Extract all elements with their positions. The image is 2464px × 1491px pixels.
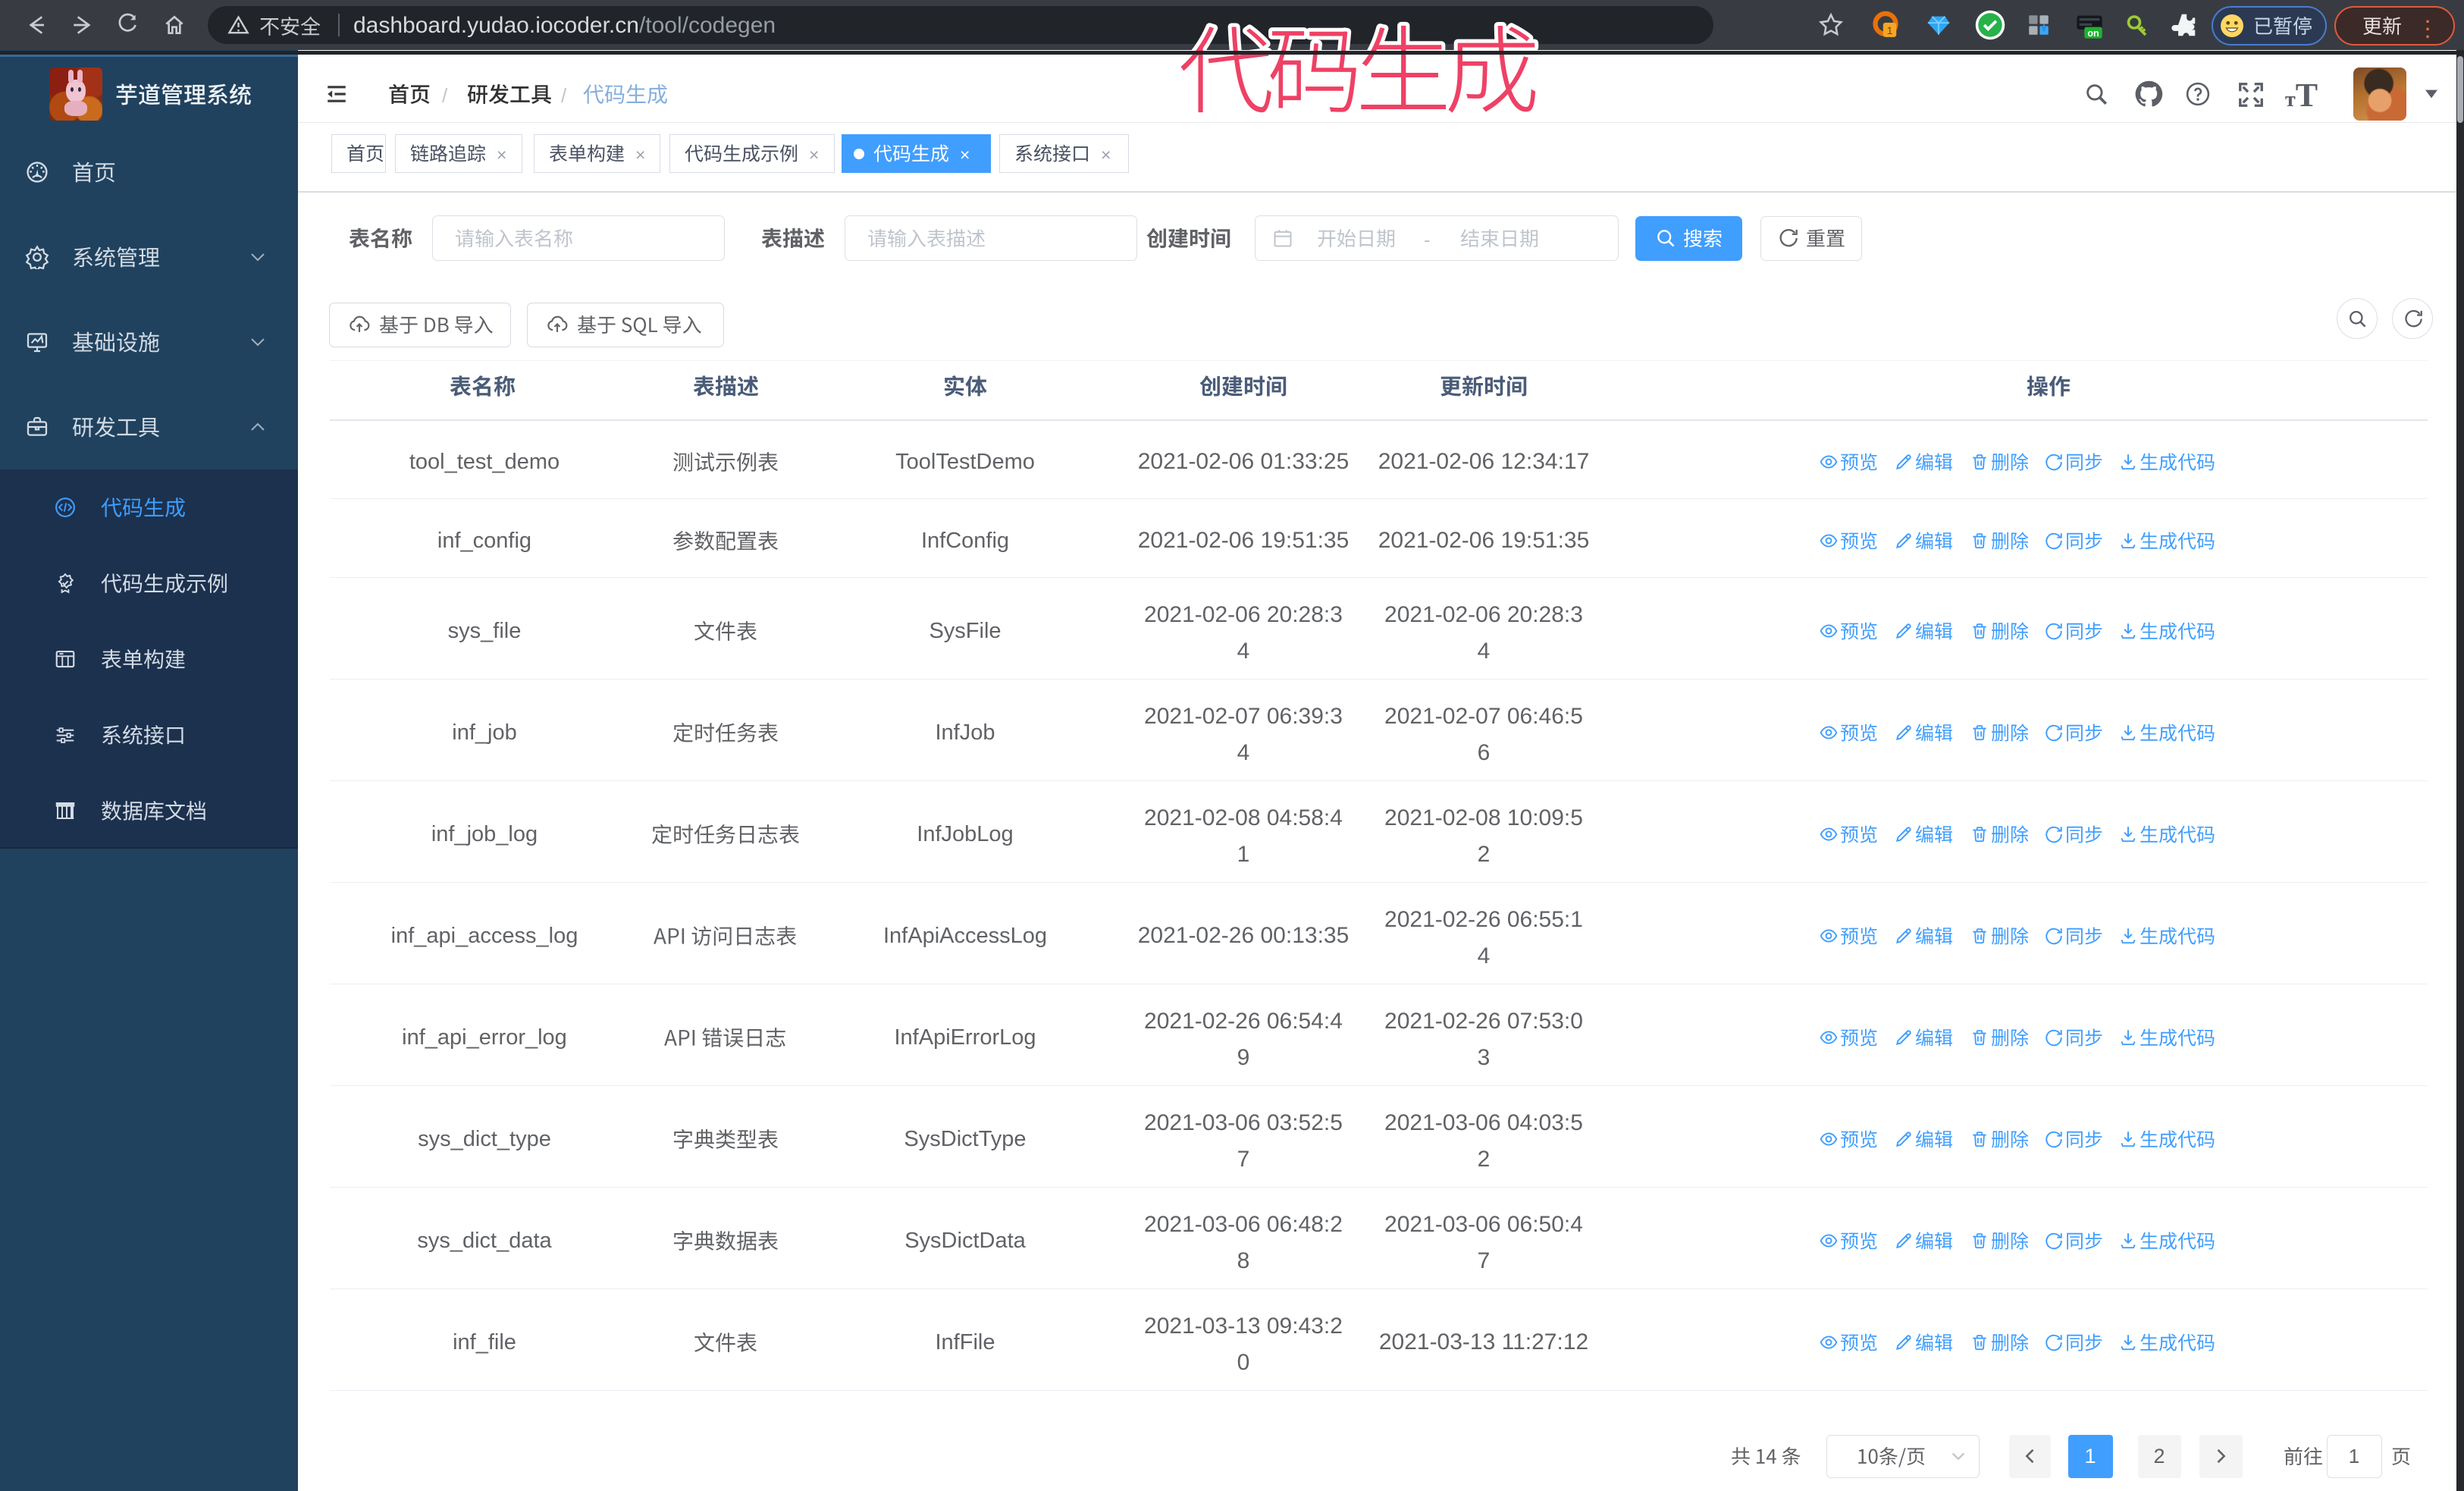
svg-text:1: 1	[1887, 25, 1893, 37]
svg-text:on: on	[2087, 28, 2099, 39]
